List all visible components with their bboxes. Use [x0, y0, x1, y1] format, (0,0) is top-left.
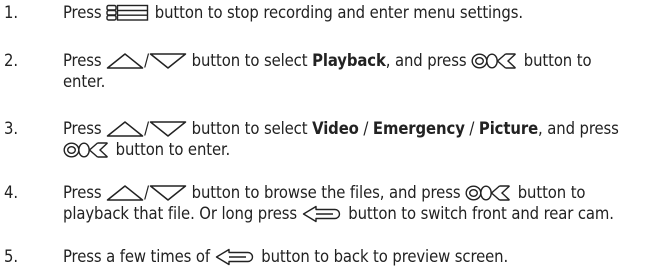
ok-icon — [63, 141, 111, 159]
step-number: 1. — [4, 3, 18, 22]
step-text: Press a few times of button to back to p… — [63, 246, 643, 267]
step-text: Press / button to select Video / Emergen… — [63, 118, 643, 160]
menu-option: Emergency — [372, 119, 465, 138]
ok-icon — [471, 52, 519, 70]
up-triangle-icon — [106, 52, 144, 70]
step-line: playback that file. Or long press button… — [63, 204, 614, 223]
down-triangle-icon — [149, 184, 187, 202]
step-text: Press button to stop recording and enter… — [63, 2, 643, 23]
back-arrow-icon — [302, 205, 344, 223]
ok-icon — [465, 184, 513, 202]
step-line: Press / button to select Playback, and p… — [63, 51, 592, 70]
down-triangle-icon — [149, 120, 187, 138]
step-line: Press a few times of button to back to p… — [63, 247, 509, 266]
down-triangle-icon — [149, 52, 187, 70]
step-text: Press / button to select Playback, and p… — [63, 50, 643, 92]
menu-icon — [106, 4, 150, 22]
step-number: 2. — [4, 51, 18, 70]
step-line: Press / button to select Video / Emergen… — [63, 119, 619, 138]
step-number: 4. — [4, 183, 18, 202]
step-text: Press / button to browse the files, and … — [63, 182, 643, 224]
step-line: button to enter. — [63, 139, 643, 160]
menu-option: Playback — [312, 51, 386, 70]
back-arrow-icon — [215, 248, 257, 266]
step-number: 5. — [4, 247, 18, 266]
up-triangle-icon — [106, 184, 144, 202]
menu-option: Video — [312, 119, 359, 138]
step-number: 3. — [4, 119, 18, 138]
step-line: enter. — [63, 72, 106, 91]
up-triangle-icon — [106, 120, 144, 138]
step-line: Press / button to browse the files, and … — [63, 183, 586, 202]
step-line: Press button to stop recording and enter… — [63, 3, 523, 22]
menu-option: Picture — [478, 119, 539, 138]
instruction-list: 1. Press button to stop recording and en… — [0, 0, 646, 266]
